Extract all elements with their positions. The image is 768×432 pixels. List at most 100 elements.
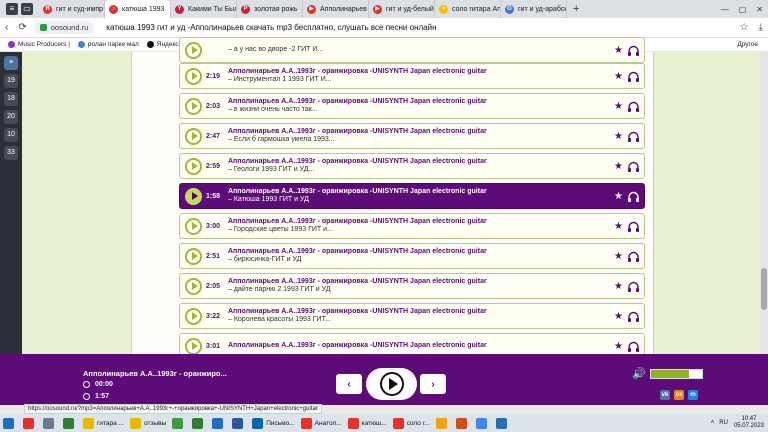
tab-3[interactable]: Pзолотая рожь: [237, 0, 303, 18]
start-button[interactable]: [0, 414, 20, 432]
track-row[interactable]: 2:47 Апполинарьев А.А..1993г - оранжировк…: [179, 123, 645, 149]
tab-4[interactable]: ▶ Апполинарьев: [303, 0, 369, 18]
headphones-icon[interactable]: [627, 310, 640, 322]
play-track-button[interactable]: [185, 157, 202, 175]
close-window-icon[interactable]: ✕: [751, 5, 768, 14]
taskbar-item-11[interactable]: катюш...: [345, 414, 390, 432]
favorite-star-icon[interactable]: ★: [614, 71, 623, 82]
play-track-button[interactable]: [185, 41, 202, 59]
download-icon[interactable]: ⤓: [754, 22, 768, 33]
play-track-button[interactable]: [185, 307, 202, 325]
scrollbar-thumb[interactable]: [761, 268, 767, 310]
track-row[interactable]: 2:59 Апполинарьев А.А..1993г - оранжировк…: [179, 153, 645, 179]
bookmark-1[interactable]: ролан парке мал: [77, 41, 139, 48]
headphones-icon[interactable]: [627, 160, 640, 172]
tab-0[interactable]: Ягит и суд-импр: [39, 0, 105, 18]
favorite-star-icon[interactable]: ★: [614, 311, 623, 322]
back-icon[interactable]: ‹: [0, 22, 13, 33]
favorite-star-icon[interactable]: ★: [614, 131, 623, 142]
side-panel-item-4[interactable]: 10: [4, 128, 18, 142]
bookmark-2[interactable]: Яндекс: [146, 41, 179, 48]
url-field[interactable]: oosound.ru: [33, 21, 95, 34]
track-row[interactable]: 3:00 Апполинарьев А.А..1993г - оранжировк…: [179, 213, 645, 239]
headphones-icon[interactable]: [627, 100, 640, 112]
play-track-button[interactable]: [185, 67, 202, 85]
taskbar-item-7[interactable]: [209, 414, 229, 432]
tab-6[interactable]: • соло гитара Ап: [435, 0, 501, 18]
share-ок-icon[interactable]: ок: [674, 390, 684, 400]
tab-7[interactable]: Gгит и уд-арабск: [501, 0, 567, 18]
headphones-icon[interactable]: [627, 70, 640, 82]
side-panel-item-0[interactable]: ≡: [4, 56, 18, 70]
play-track-button[interactable]: [185, 97, 202, 115]
headphones-icon[interactable]: [627, 44, 640, 56]
language-indicator[interactable]: RU: [719, 420, 728, 426]
favorite-star-icon[interactable]: ★: [614, 191, 623, 202]
taskbar-item-13[interactable]: [433, 414, 453, 432]
previous-track-button[interactable]: ‹: [336, 374, 362, 394]
play-track-button[interactable]: [185, 337, 202, 355]
track-row[interactable]: 2:05 Апполинарьев А.А..1993г - оранжировк…: [179, 273, 645, 299]
share-vk-icon[interactable]: vk: [660, 390, 670, 400]
minimize-icon[interactable]: —: [716, 5, 734, 14]
taskbar-item-14[interactable]: [453, 414, 473, 432]
tab-5[interactable]: ▶ гит и уд-белый: [369, 0, 435, 18]
tab-2[interactable]: Y Какими Ты Был: [171, 0, 237, 18]
track-row[interactable]: 3:22 Апполинарьев А.А..1993г - оранжировк…: [179, 303, 645, 329]
favorite-star-icon[interactable]: ★: [614, 161, 623, 172]
bookmark-star-icon[interactable]: ☆: [735, 22, 754, 33]
share-m-icon[interactable]: m: [688, 390, 698, 400]
taskbar-item-6[interactable]: [189, 414, 209, 432]
taskbar-item-8[interactable]: [229, 414, 249, 432]
taskbar-item-9[interactable]: Письмо...: [249, 414, 297, 432]
taskbar-item-1[interactable]: [40, 414, 60, 432]
play-button[interactable]: [366, 368, 417, 400]
play-track-button[interactable]: [185, 217, 202, 235]
play-track-button[interactable]: [185, 127, 202, 145]
favorite-star-icon[interactable]: ★: [614, 341, 623, 352]
track-row[interactable]: – а у нас во дворе -2 ГИТ И... ★: [179, 37, 645, 63]
favorite-star-icon[interactable]: ★: [614, 45, 623, 56]
track-row[interactable]: 2:51 Апполинарьев А.А..1993г - оранжировк…: [179, 243, 645, 269]
taskbar-item-2[interactable]: [60, 414, 80, 432]
play-track-button[interactable]: [185, 247, 202, 265]
headphones-icon[interactable]: [627, 130, 640, 142]
taskbar-item-4[interactable]: отзывы: [127, 414, 169, 432]
next-track-button[interactable]: ›: [420, 374, 446, 394]
side-panel-item-1[interactable]: 19: [4, 74, 18, 88]
tray-chevron-icon[interactable]: ˄: [711, 420, 715, 426]
side-panel-item-5[interactable]: 33: [4, 146, 18, 160]
tabs-list-icon[interactable]: ▭: [21, 3, 33, 15]
track-row[interactable]: 2:19 Апполинарьев А.А..1993г - оранжировк…: [179, 63, 645, 89]
taskbar-item-10[interactable]: Анатол...: [298, 414, 345, 432]
maximize-icon[interactable]: ▢: [734, 5, 752, 14]
favorite-star-icon[interactable]: ★: [614, 251, 623, 262]
taskbar-item-12[interactable]: соло г...: [390, 414, 433, 432]
side-panel-item-2[interactable]: 18: [4, 92, 18, 106]
headphones-icon[interactable]: [627, 220, 640, 232]
favorite-star-icon[interactable]: ★: [614, 101, 623, 112]
track-row[interactable]: 2:03 Апполинарьев А.А..1993г - оранжировк…: [179, 93, 645, 119]
taskbar-item-5[interactable]: [169, 414, 189, 432]
new-tab-icon[interactable]: +: [567, 3, 585, 15]
tab-1[interactable]: ♪ катюша 1993: [105, 0, 171, 18]
play-track-button[interactable]: [185, 277, 202, 295]
bookmark-0[interactable]: Music Producers |: [8, 41, 70, 48]
taskbar-item-15[interactable]: [473, 414, 493, 432]
scrollbar[interactable]: [760, 52, 768, 354]
reload-icon[interactable]: ⟳: [13, 22, 31, 33]
favorite-star-icon[interactable]: ★: [614, 281, 623, 292]
other-bookmarks[interactable]: Другое: [737, 41, 758, 48]
headphones-icon[interactable]: [627, 250, 640, 262]
headphones-icon[interactable]: [627, 190, 640, 202]
track-row[interactable]: 1:58 Апполинарьев А.А..1993г - оранжировк…: [179, 183, 645, 209]
clock[interactable]: 10:47 05.07.2023: [734, 416, 764, 430]
volume-slider[interactable]: [650, 369, 703, 379]
headphones-icon[interactable]: [627, 280, 640, 292]
taskbar-item-0[interactable]: [20, 414, 40, 432]
headphones-icon[interactable]: [627, 340, 640, 352]
taskbar-item-3[interactable]: гитара ...: [80, 414, 127, 432]
sidebar-toggle-icon[interactable]: ≡: [6, 3, 18, 15]
volume-icon[interactable]: 🔊: [632, 367, 646, 380]
favorite-star-icon[interactable]: ★: [614, 221, 623, 232]
